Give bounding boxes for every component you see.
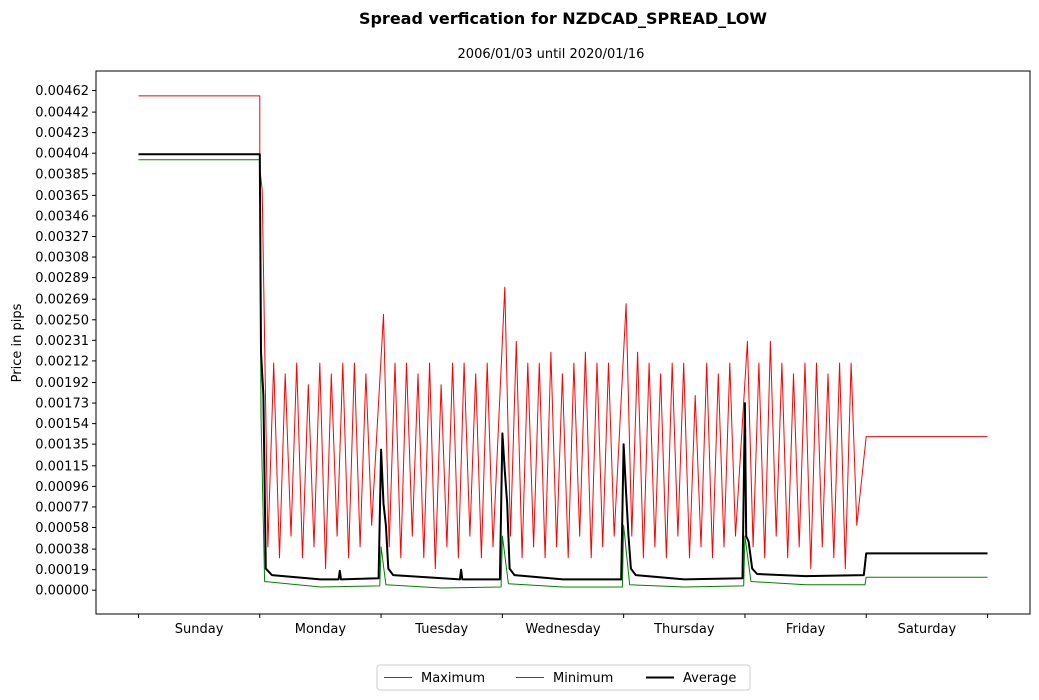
plot-area: [138, 95, 988, 589]
y-tick-label: 0.00231: [35, 334, 89, 349]
y-axis: 0.00000 0.00019 0.00038 0.00058 0.00077 0.000…: [35, 84, 96, 599]
y-axis-label: Price in pips: [10, 303, 25, 382]
y-tick-label: 0.00462: [35, 84, 89, 99]
y-tick-label: 0.00365: [35, 189, 89, 204]
y-tick-label: 0.00404: [35, 147, 89, 162]
plot-frame: [95, 70, 1031, 615]
x-tick-label: Tuesday: [414, 622, 468, 637]
chart: Spread verfication for NZDCAD_SPREAD_LOW…: [10, 9, 1031, 691]
y-tick-label: 0.00096: [35, 480, 89, 495]
x-tick-label: Sunday: [175, 622, 224, 637]
series-line-maximum: [138, 95, 988, 570]
legend-label-maximum: Maximum: [421, 671, 485, 686]
y-tick-label: 0.00173: [35, 397, 89, 412]
x-tick-label: Friday: [786, 622, 826, 637]
y-tick-label: 0.00135: [35, 438, 89, 453]
y-tick-label: 0.00250: [35, 313, 89, 328]
y-tick-label: 0.00212: [35, 354, 89, 369]
y-tick-label: 0.00269: [35, 293, 89, 308]
y-tick-label: 0.00385: [35, 167, 89, 182]
y-tick-label: 0.00000: [35, 584, 89, 599]
legend-label-minimum: Minimum: [553, 671, 613, 686]
legend: Maximum Minimum Average: [376, 664, 751, 691]
y-tick-label: 0.00019: [35, 563, 89, 578]
y-tick-label: 0.00308: [35, 251, 89, 266]
legend-label-average: Average: [683, 671, 736, 686]
x-tick-label: Wednesday: [525, 622, 601, 637]
y-tick-label: 0.00077: [35, 500, 89, 515]
x-axis: Sunday Monday Tuesday Wednesday Thursday Frid…: [137, 614, 989, 637]
y-tick-label: 0.00346: [35, 209, 89, 224]
x-tick-label: Saturday: [898, 622, 957, 637]
y-tick-label: 0.00289: [35, 271, 89, 286]
y-tick-label: 0.00115: [35, 459, 89, 474]
chart-subtitle: 2006/01/03 until 2020/01/16: [458, 47, 645, 62]
y-tick-label: 0.00154: [35, 417, 89, 432]
y-tick-label: 0.00327: [35, 230, 89, 245]
x-tick-label: Monday: [295, 622, 347, 637]
y-tick-label: 0.00058: [35, 521, 89, 536]
y-tick-label: 0.00192: [35, 376, 89, 391]
x-tick-label: Thursday: [653, 622, 715, 637]
y-tick-label: 0.00442: [35, 106, 89, 121]
y-tick-label: 0.00038: [35, 543, 89, 558]
series-line-average: [138, 153, 988, 581]
y-tick-label: 0.00423: [35, 126, 89, 141]
chart-title: Spread verfication for NZDCAD_SPREAD_LOW: [359, 9, 767, 28]
